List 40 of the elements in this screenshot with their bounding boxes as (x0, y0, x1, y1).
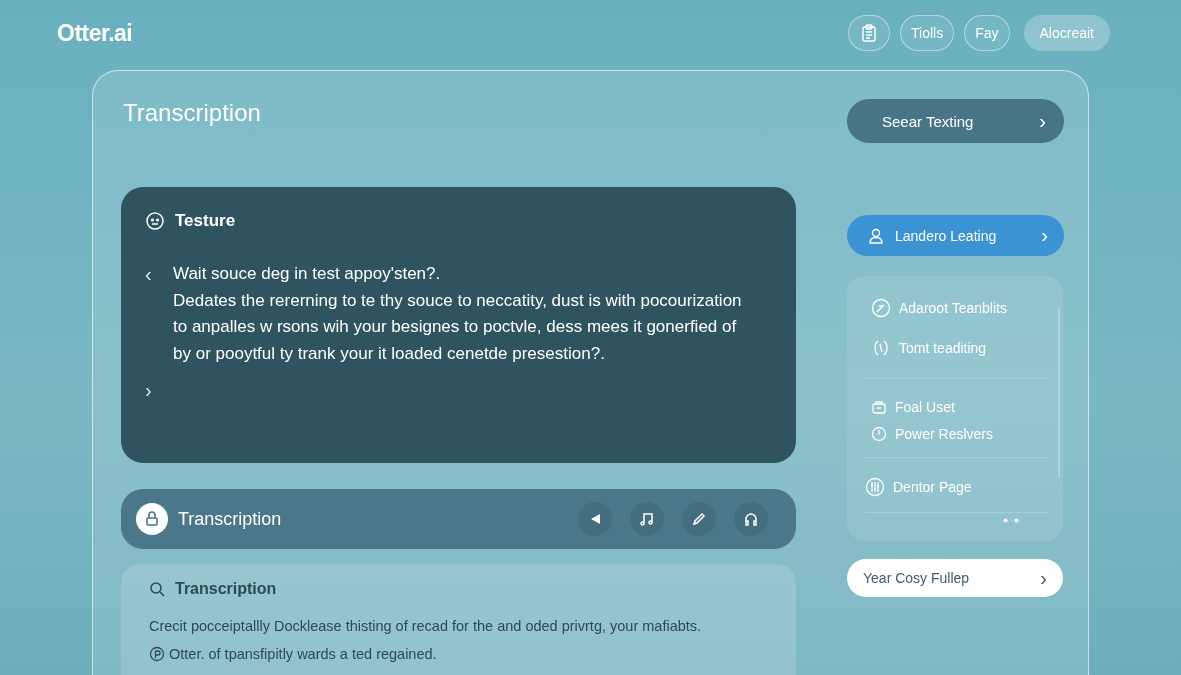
search-texting-button[interactable]: Seear Texting › (847, 99, 1064, 143)
menu-item[interactable]: Tomt teaditing (865, 328, 987, 368)
account-button[interactable]: Alocreait (1023, 15, 1110, 51)
primary-button[interactable]: Landero Leating › (847, 215, 1064, 256)
menu-item[interactable]: Power Reslvers (865, 420, 994, 447)
clock-icon (871, 425, 887, 442)
music-button[interactable] (630, 502, 664, 536)
person-icon (867, 226, 885, 245)
pencil-icon (691, 511, 707, 527)
answer-text: Dedates the rererning to te thy souce to neccatity, dust is with pocourization to anpalles w rsons wih your besignes to poctvle, dess mees it gonerfied of by or pooytful ty trank your it loaded cenetde presestion?. (173, 289, 742, 365)
transcript-title: Transcription (175, 580, 277, 598)
lock-icon (136, 503, 168, 535)
question-text: Wait souce deg in test appoy'sten?. (173, 263, 442, 285)
box-icon (871, 398, 887, 415)
headphones-icon (743, 511, 759, 527)
clipboard-button[interactable] (848, 15, 891, 51)
play-button[interactable] (578, 502, 612, 536)
next-arrow[interactable]: › (145, 377, 157, 404)
transcript-line: Crecit pocceiptallly Docklease thisting of recad for the and oded privrtg, your mafiabts. (149, 618, 702, 634)
pen-circle-icon (871, 298, 891, 318)
previous-arrow[interactable]: ‹ (145, 261, 157, 367)
nav-link[interactable]: Tiolls (900, 15, 955, 51)
bottom-button[interactable]: Year Cosy Fullep › (847, 559, 1063, 597)
search-icon (149, 581, 165, 597)
sliders-icon (865, 477, 885, 497)
player-title: Transcription (178, 508, 283, 530)
headphones-button[interactable] (734, 502, 768, 536)
more-dots-icon[interactable] (1003, 518, 1019, 523)
menu-item[interactable]: Dentor Page (865, 472, 972, 502)
edit-button[interactable] (682, 502, 716, 536)
card-title: Testure (175, 211, 236, 231)
menu-item[interactable]: Foal Uset (865, 393, 955, 420)
brackets-icon (871, 338, 891, 358)
transcript-line: Otter. of tpansfipitly wards a ted regained. (169, 646, 437, 662)
nav-link[interactable]: Fay (964, 15, 1010, 51)
app-logo[interactable]: Otter.ai (57, 19, 849, 47)
page-title: Transcription (123, 99, 262, 127)
face-icon (145, 211, 165, 231)
menu-item[interactable]: Adaroot Teanblits (865, 288, 1007, 328)
music-note-icon (639, 511, 655, 527)
